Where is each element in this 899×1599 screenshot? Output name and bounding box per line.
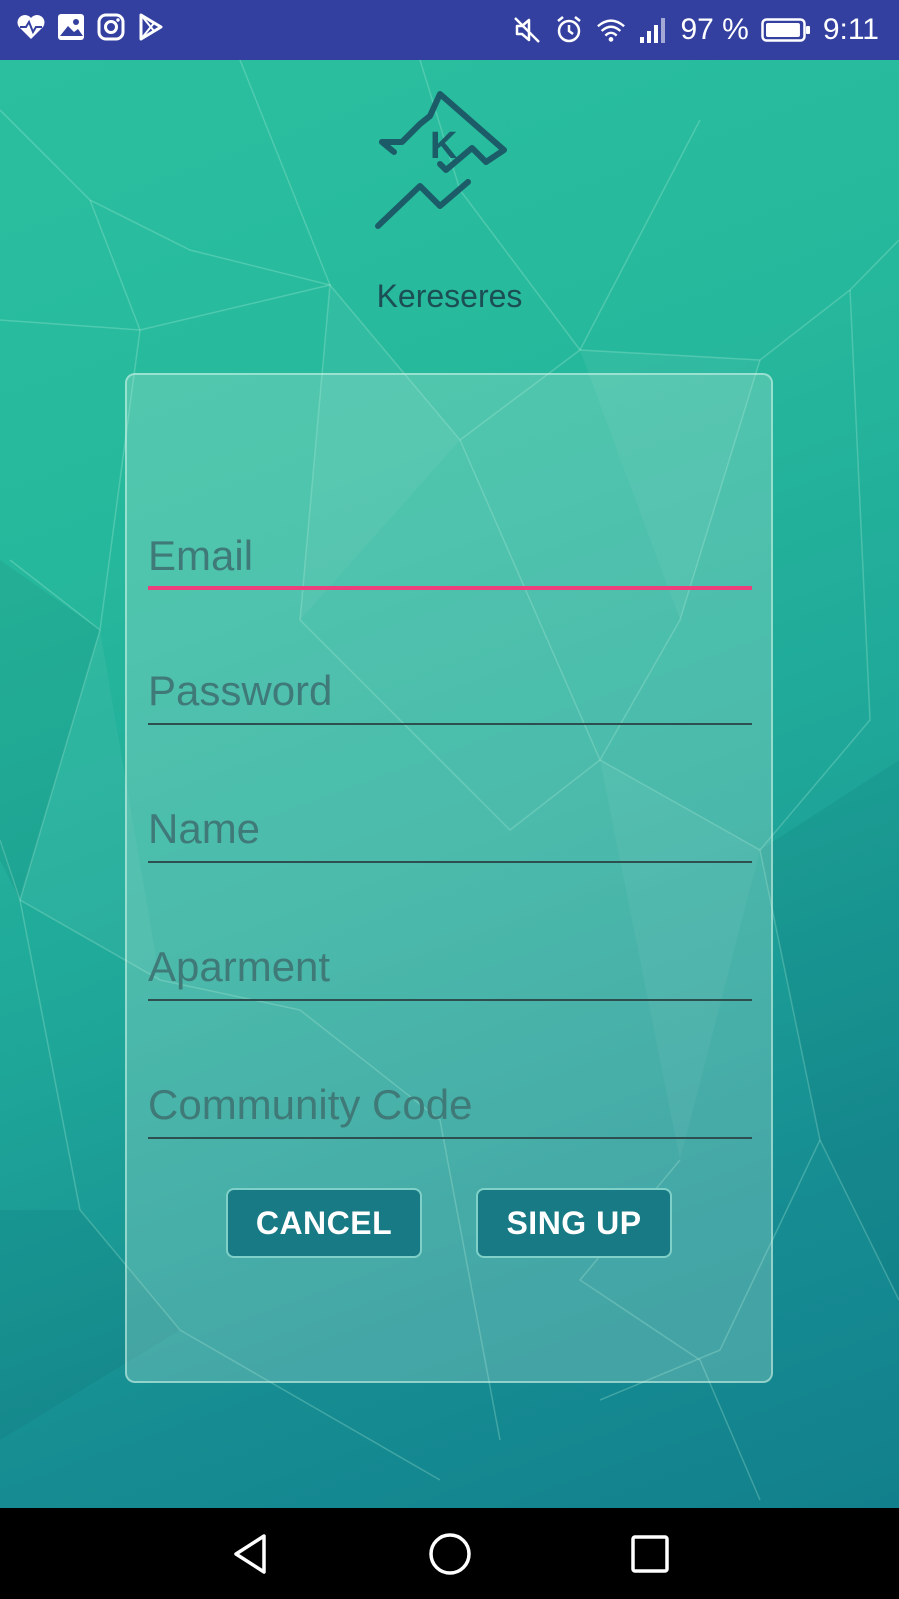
email-field[interactable]: Email [148, 520, 752, 590]
email-placeholder: Email [148, 532, 254, 579]
play-store-icon [136, 12, 166, 42]
navigation-bar [0, 1508, 899, 1599]
apartment-underline [148, 999, 752, 1001]
name-underline [148, 861, 752, 863]
signup-screen: 97 % 9:11 K Kereseres Email Password Nam… [0, 0, 899, 1599]
apartment-field[interactable]: Aparment [148, 931, 752, 1001]
apartment-placeholder: Aparment [148, 943, 331, 990]
password-underline [148, 723, 752, 725]
back-icon[interactable] [224, 1528, 276, 1580]
status-bar: 97 % 9:11 [0, 0, 899, 60]
alarm-icon [554, 15, 584, 45]
community-code-placeholder: Community Code [148, 1081, 473, 1128]
email-underline [148, 586, 752, 590]
svg-text:K: K [430, 125, 458, 167]
password-placeholder: Password [148, 667, 333, 714]
home-icon[interactable] [424, 1528, 476, 1580]
password-field[interactable]: Password [148, 655, 752, 725]
app-name: Kereseres [376, 278, 523, 314]
status-right-icons: 97 % 9:11 [512, 0, 879, 60]
battery-icon [761, 15, 811, 45]
battery-percent: 97 % [680, 13, 749, 46]
instagram-icon [96, 12, 126, 42]
heart-monitor-icon [16, 12, 46, 42]
community-code-underline [148, 1137, 752, 1139]
name-field[interactable]: Name [148, 793, 752, 863]
photo-icon [56, 12, 86, 42]
kereseres-logo-icon: K [368, 86, 518, 236]
mute-icon [512, 15, 542, 45]
signal-icon [638, 15, 668, 45]
status-left-icons [16, 12, 166, 42]
wifi-icon [596, 15, 626, 45]
name-placeholder: Name [148, 805, 261, 852]
cancel-button[interactable]: CANCEL [226, 1188, 422, 1258]
clock: 9:11 [822, 13, 879, 46]
community-code-field[interactable]: Community Code [148, 1069, 752, 1139]
recents-icon[interactable] [624, 1528, 676, 1580]
signup-button[interactable]: SING UP [476, 1188, 672, 1258]
